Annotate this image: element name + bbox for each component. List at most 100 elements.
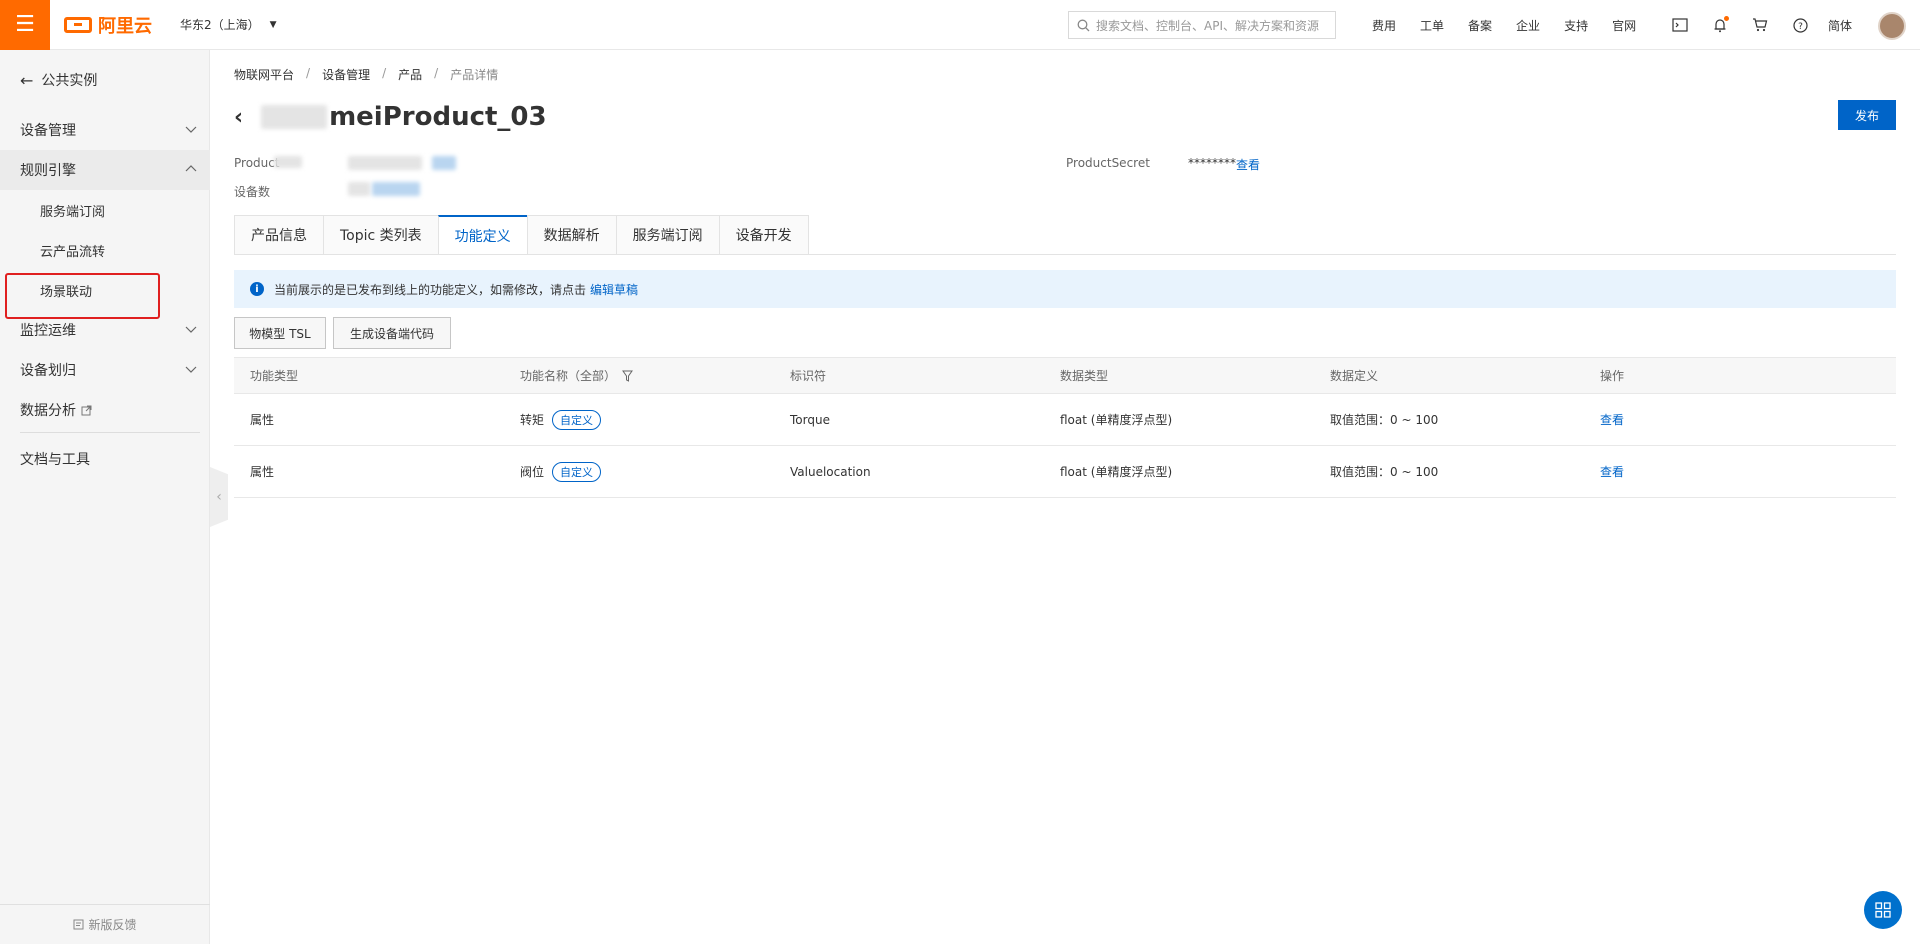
tsl-button[interactable]: 物模型 TSL (234, 317, 326, 349)
highlight-box (5, 273, 160, 319)
arrow-left-icon: ← (20, 70, 34, 90)
feedback-icon (73, 919, 84, 930)
filter-icon[interactable] (622, 370, 633, 382)
feedback-label: 新版反馈 (88, 918, 137, 932)
feature-table: 功能类型 功能名称（全部） 标识符 数据类型 数据定义 操作 属性 转矩 自定义… (234, 357, 1896, 498)
breadcrumb-item[interactable]: 设备管理 (322, 66, 370, 83)
cell-name: 转矩 自定义 (504, 409, 774, 430)
column-header: 数据类型 (1060, 369, 1109, 383)
table-row: 属性 转矩 自定义 Torque float (单精度浮点型) 取值范围：0 ~… (234, 394, 1896, 446)
top-link-official[interactable]: 官网 (1612, 17, 1636, 34)
sidebar-item-data-forwarding[interactable]: 云产品流转 (0, 230, 210, 270)
notification-dot (1724, 15, 1729, 21)
tab-topic-list[interactable]: Topic 类列表 (323, 215, 438, 255)
sidebar-item-label: 文档与工具 (20, 452, 90, 468)
redacted-product-key (348, 156, 422, 170)
redacted-copy (432, 156, 456, 170)
svg-text:?: ? (1798, 22, 1803, 32)
top-links: 费用 工单 备案 企业 支持 官网 (1360, 0, 1648, 50)
top-link-ticket[interactable]: 工单 (1420, 17, 1444, 34)
sidebar-item-label: 数据分析 (20, 403, 76, 419)
view-link[interactable]: 查看 (1600, 411, 1624, 428)
edit-draft-link[interactable]: 编辑草稿 (590, 281, 638, 298)
top-link-icp[interactable]: 备案 (1468, 17, 1492, 34)
tabs-divider (234, 254, 1896, 255)
search-placeholder: 搜索文档、控制台、API、解决方案和资源 (1096, 18, 1319, 33)
sidebar-item-label: 监控运维 (20, 323, 76, 339)
sidebar-item-device-management[interactable]: 设备管理 (0, 110, 210, 150)
sidebar-item-docs-tools[interactable]: 文档与工具 (0, 439, 210, 479)
cell-definition: 取值范围：0 ~ 100 (1330, 413, 1439, 427)
sidebar-collapse-handle[interactable]: ‹ (210, 467, 228, 527)
avatar[interactable] (1878, 12, 1906, 40)
feature-name: 阀位 (520, 465, 545, 479)
sidebar-item-label: 服务端订阅 (40, 204, 106, 220)
breadcrumb-current: 产品详情 (450, 68, 499, 82)
language-switch[interactable]: 简体 (1828, 17, 1852, 34)
table-row: 属性 阀位 自定义 Valuelocation float (单精度浮点型) 取… (234, 446, 1896, 498)
chevron-down-icon (185, 326, 197, 333)
back-arrow-icon[interactable]: ‹ (234, 105, 243, 130)
column-header: 操作 (1600, 369, 1625, 383)
notice-text: 当前展示的是已发布到线上的功能定义，如需修改，请点击 (274, 282, 587, 297)
cell-type: 属性 (250, 465, 275, 479)
sidebar-item-label: 设备划归 (20, 363, 76, 379)
external-link-icon (81, 405, 92, 415)
caret-down-icon: ▼ (269, 19, 277, 30)
redacted-label (274, 156, 302, 168)
view-secret-link[interactable]: 查看 (1236, 156, 1260, 173)
terminal-icon[interactable] (1660, 18, 1700, 32)
sidebar-divider (20, 432, 200, 433)
cell-data-type: float (单精度浮点型) (1060, 413, 1173, 427)
view-link[interactable]: 查看 (1600, 463, 1624, 480)
sidebar: ← 公共实例 设备管理 规则引擎 服务端订阅 云产品流转 场景联动 监控运维 设… (0, 50, 210, 944)
feature-name: 转矩 (520, 413, 545, 427)
tab-data-parsing[interactable]: 数据解析 (526, 215, 616, 255)
feedback-link[interactable]: 新版反馈 (0, 904, 210, 944)
hamburger-menu-icon[interactable]: ☰ (0, 0, 50, 50)
column-header: 功能名称（全部） (520, 369, 617, 383)
chevron-down-icon (185, 126, 197, 133)
tab-bar: 产品信息 Topic 类列表 功能定义 数据解析 服务端订阅 设备开发 (234, 215, 809, 255)
sidebar-item-device-distribution[interactable]: 设备划归 (0, 350, 210, 390)
chevron-left-icon: ‹ (216, 489, 222, 505)
breadcrumb-separator: / (382, 66, 387, 80)
chevron-up-icon (185, 165, 197, 172)
logo-text: 阿里云 (98, 15, 152, 37)
top-link-fee[interactable]: 费用 (1372, 17, 1396, 34)
top-link-support[interactable]: 支持 (1564, 17, 1588, 34)
sidebar-item-rule-engine[interactable]: 规则引擎 (0, 150, 210, 190)
product-secret-label: ProductSecret (1066, 156, 1150, 170)
tab-device-development[interactable]: 设备开发 (718, 215, 809, 255)
product-key-label: Product (234, 156, 280, 170)
generate-code-button[interactable]: 生成设备端代码 (333, 317, 451, 349)
apps-grid-button[interactable] (1864, 891, 1902, 929)
region-selector[interactable]: 华东2（上海） ▼ (180, 16, 277, 33)
search-input[interactable]: 搜索文档、控制台、API、解决方案和资源 (1068, 11, 1336, 39)
back-to-instance[interactable]: ← 公共实例 (20, 70, 97, 90)
sidebar-item-server-subscription[interactable]: 服务端订阅 (0, 190, 210, 230)
tab-feature-definition[interactable]: 功能定义 (437, 215, 527, 255)
tab-server-subscription[interactable]: 服务端订阅 (615, 215, 719, 255)
publish-button[interactable]: 发布 (1838, 100, 1896, 130)
custom-tag: 自定义 (552, 409, 602, 430)
top-icons: ? (1660, 0, 1820, 50)
breadcrumb-item[interactable]: 物联网平台 (234, 66, 294, 83)
column-header: 功能类型 (250, 369, 299, 383)
search-icon (1077, 19, 1090, 31)
page-title: ‹ meiProduct_03 (234, 102, 547, 132)
custom-tag: 自定义 (552, 461, 602, 482)
redacted-title-prefix (261, 105, 328, 129)
breadcrumb-item[interactable]: 产品 (398, 66, 422, 83)
bell-icon[interactable] (1700, 15, 1740, 33)
column-header: 标识符 (790, 369, 827, 383)
table-header: 功能类型 功能名称（全部） 标识符 数据类型 数据定义 操作 (234, 357, 1896, 394)
aliyun-logo-icon (64, 16, 92, 33)
top-link-enterprise[interactable]: 企业 (1516, 17, 1540, 34)
aliyun-logo[interactable]: 阿里云 (64, 12, 152, 38)
tab-product-info[interactable]: 产品信息 (234, 215, 323, 255)
cart-icon[interactable] (1740, 18, 1780, 32)
cell-name: 阀位 自定义 (504, 461, 774, 482)
sidebar-item-data-analysis[interactable]: 数据分析 (0, 390, 210, 430)
help-icon[interactable]: ? (1780, 17, 1820, 33)
